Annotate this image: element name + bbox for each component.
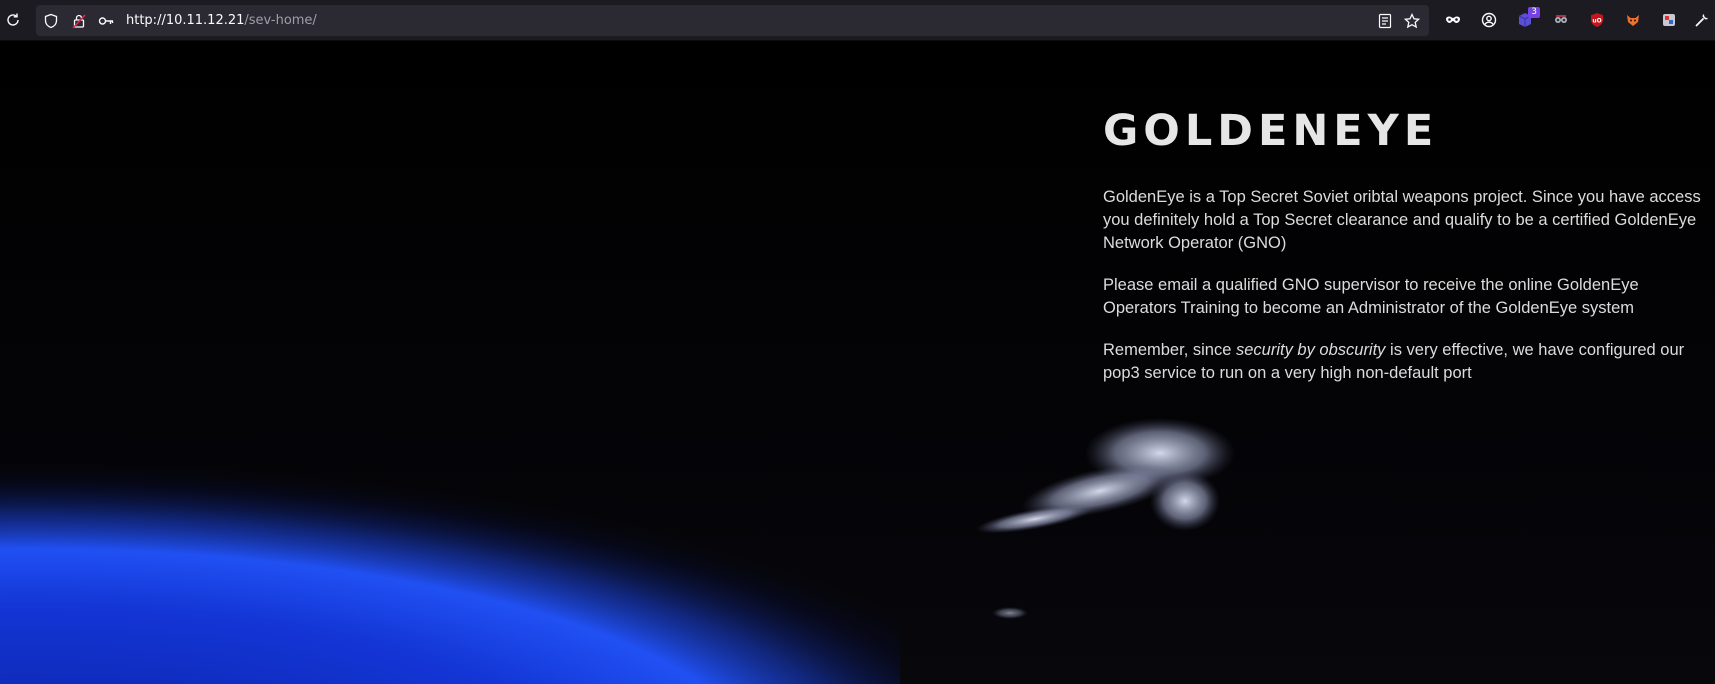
extension-icon[interactable]: 3	[1515, 7, 1540, 30]
account-icon[interactable]	[1479, 10, 1499, 30]
svg-text:uO: uO	[1592, 18, 1601, 25]
instructions-paragraph: Please email a qualified GNO supervisor …	[1103, 276, 1639, 317]
incognito-mask-icon[interactable]	[1443, 10, 1463, 30]
url-bar[interactable]: http://10.11.12.21/sev-home/	[36, 5, 1429, 36]
extension-icon[interactable]	[1551, 10, 1571, 30]
lock-icon[interactable]	[69, 11, 89, 31]
pop3-notice-emphasis: security by obscurity	[1235, 341, 1386, 359]
url-text[interactable]: http://10.11.12.21/sev-home/	[126, 13, 317, 28]
url-host: http://10.11.12.21	[126, 13, 245, 28]
wrench-icon[interactable]	[1692, 10, 1712, 30]
shield-icon[interactable]	[41, 11, 61, 31]
page-viewport: GOLDENEYE GoldenEye is a Top Secret Sovi…	[0, 41, 1715, 684]
extension-icon[interactable]	[1659, 10, 1679, 30]
pop3-notice-paragraph: Remember, since security by obscurity is…	[1103, 339, 1715, 385]
bookmark-star-icon[interactable]	[1402, 11, 1422, 31]
reader-view-icon[interactable]	[1375, 11, 1395, 31]
intro-paragraph: GoldenEye is a Top Secret Soviet oribtal…	[1103, 188, 1701, 252]
page-title: GOLDENEYE	[1103, 106, 1439, 156]
url-path: /sev-home/	[244, 13, 317, 28]
reload-icon[interactable]	[3, 10, 23, 30]
earth-horizon	[0, 401, 900, 684]
ublock-icon[interactable]: uO	[1587, 10, 1607, 30]
main-content: GOLDENEYE GoldenEye is a Top Secret Sovi…	[1103, 106, 1715, 385]
key-icon[interactable]	[96, 11, 116, 31]
pop3-notice-text-start: Remember, since	[1103, 341, 1236, 359]
extension-badge: 3	[1528, 7, 1540, 18]
foxyproxy-icon[interactable]	[1623, 10, 1643, 30]
browser-toolbar: http://10.11.12.21/sev-home/ 3 uO	[0, 0, 1715, 41]
